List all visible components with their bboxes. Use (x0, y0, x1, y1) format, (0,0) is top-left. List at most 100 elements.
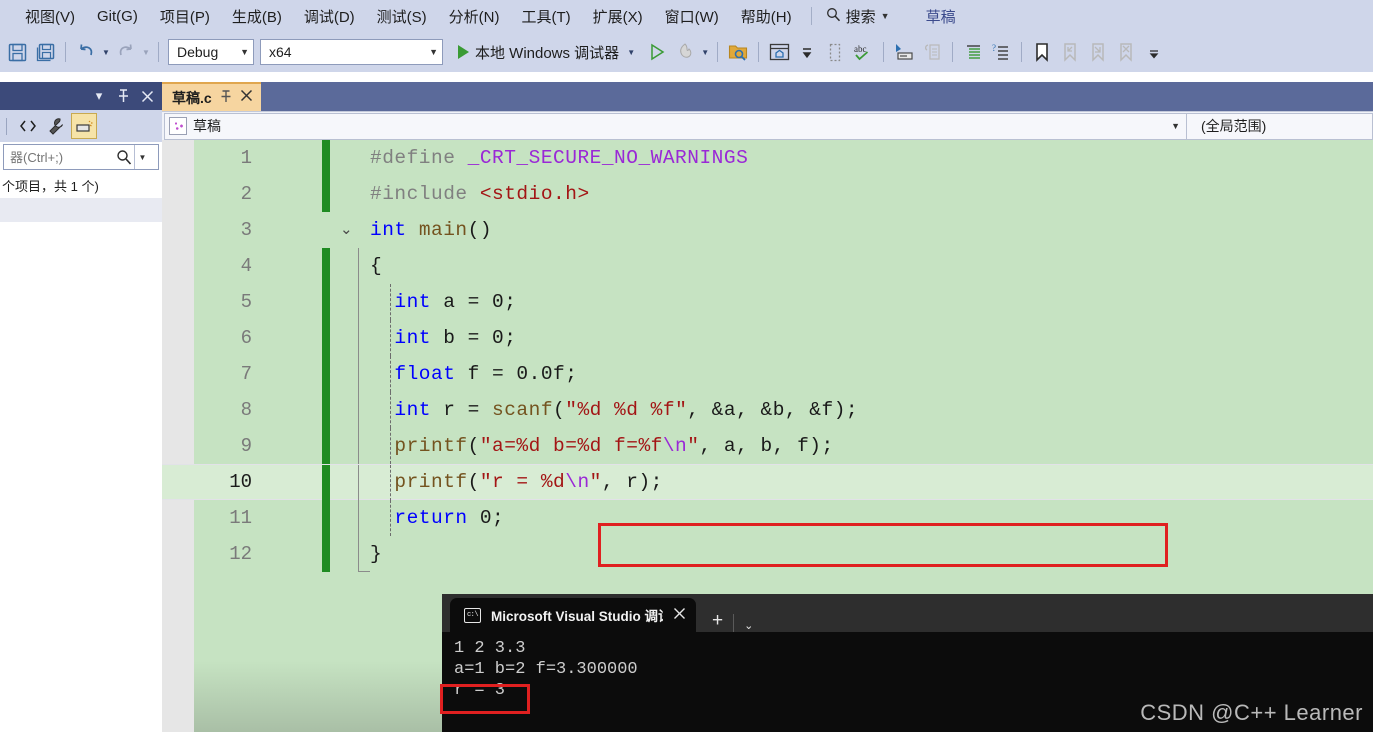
code-line[interactable]: 9 printf("a=%d b=%d f=%f\n", a, b, f); (162, 428, 1373, 464)
close-icon[interactable] (673, 607, 686, 624)
code-token: \n (565, 471, 590, 493)
line-number: 1 (240, 147, 252, 169)
properties-wrench-icon[interactable] (43, 113, 69, 139)
code-token: #define (370, 147, 468, 169)
dotted-box-icon[interactable] (822, 39, 848, 65)
comment-icon[interactable] (960, 39, 986, 65)
code-line[interactable]: 11 return 0; (162, 500, 1373, 536)
code-line[interactable]: 5 int a = 0; (162, 284, 1373, 320)
pin-icon[interactable] (112, 85, 134, 107)
code-token: int (394, 399, 432, 421)
solution-explorer-panel: ▾ ▼ 个项目，共 1 个 (0, 82, 162, 732)
line-number: 5 (240, 291, 252, 313)
solution-configuration-value: Debug (177, 44, 219, 60)
code-token: scanf (492, 399, 554, 421)
line-number: 10 (229, 471, 252, 493)
show-all-files-icon[interactable] (71, 113, 97, 139)
change-indicator (322, 465, 330, 501)
document-tab-draft-c[interactable]: 草稿.c (162, 82, 261, 111)
line-number: 3 (240, 219, 252, 241)
new-tab-icon[interactable]: + (712, 610, 723, 632)
code-lines[interactable]: 1 #define _CRT_SECURE_NO_WARNINGS 2 #includ… (162, 140, 1373, 572)
solution-explorer-selected-row[interactable] (0, 198, 162, 222)
chevron-down-icon[interactable]: ▼ (1171, 121, 1186, 131)
save-icon[interactable] (4, 39, 30, 65)
pin-icon[interactable] (220, 89, 232, 106)
solution-configuration-combo[interactable]: Debug ▼ (168, 39, 254, 65)
line-number: 6 (240, 327, 252, 349)
uncomment-icon[interactable]: ? (988, 39, 1014, 65)
solution-explorer-search[interactable]: ▼ (3, 144, 159, 170)
code-block-guide-end (358, 536, 370, 572)
undo-icon[interactable] (73, 39, 99, 65)
menu-item-test[interactable]: 测试(S) (366, 3, 438, 30)
code-line[interactable]: 6 int b = 0; (162, 320, 1373, 356)
menu-item-tools[interactable]: 工具(T) (510, 3, 581, 30)
start-without-debugging-icon[interactable] (644, 39, 670, 65)
menu-item-window[interactable]: 窗口(W) (654, 3, 730, 30)
collapse-chevron-icon[interactable]: ⌄ (340, 222, 358, 240)
project-scope-combo[interactable]: 草稿 ▼ (164, 112, 1187, 140)
change-indicator (322, 356, 330, 392)
console-tabstrip: c:\ Microsoft Visual Studio 调试控 + ⌄ (442, 594, 1373, 632)
menu-item-help[interactable]: 帮助(H) (730, 3, 803, 30)
toolbar-options-icon[interactable] (1141, 39, 1167, 65)
panel-menu-chevron-icon[interactable]: ▾ (88, 85, 110, 107)
search-input[interactable] (8, 148, 114, 166)
code-line[interactable]: 10 printf("r = %d\n", r); (162, 464, 1373, 501)
code-line[interactable]: 2 #include <stdio.h> (162, 176, 1373, 212)
chevron-down-icon[interactable]: ⌄ (744, 619, 753, 632)
menu-divider (810, 7, 812, 25)
bookmark-icon[interactable] (1029, 39, 1055, 65)
window-layout-icon[interactable] (766, 39, 792, 65)
menu-item-debug[interactable]: 调试(D) (293, 3, 366, 30)
spellcheck-icon[interactable]: abc (850, 39, 876, 65)
code-text: { (370, 255, 382, 277)
standard-toolbar: ▼ ▼ Debug ▼ x64 ▼ 本地 Windows 调试器 ▼ ▼ abc… (0, 32, 1373, 72)
menu-item-project[interactable]: 项目(P) (149, 3, 221, 30)
code-line[interactable]: 3 ⌄ int main() (162, 212, 1373, 248)
member-scope-combo[interactable]: (全局范围) (1187, 112, 1373, 140)
code-view-icon[interactable] (15, 113, 41, 139)
undo-dropdown-icon[interactable]: ▼ (100, 48, 112, 57)
menu-item-build[interactable]: 生成(B) (221, 3, 293, 30)
toolbar-overflow-icon[interactable] (794, 39, 820, 65)
menu-item-git[interactable]: Git(G) (86, 5, 149, 28)
close-icon[interactable] (240, 89, 253, 106)
find-in-files-icon[interactable] (725, 39, 751, 65)
member-scope-value: (全局范围) (1201, 118, 1267, 134)
solution-explorer-tree[interactable] (0, 222, 162, 732)
menu-item-view[interactable]: 视图(V) (14, 3, 86, 30)
code-token: , &a, &b, &f); (687, 399, 859, 421)
menu-item-analyze[interactable]: 分析(N) (438, 3, 511, 30)
code-text: int b = 0; (370, 327, 516, 349)
code-line[interactable]: 7 float f = 0.0f; (162, 356, 1373, 392)
console-window[interactable]: c:\ Microsoft Visual Studio 调试控 + ⌄ 1 2 … (442, 594, 1373, 732)
chevron-down-icon[interactable]: ▼ (625, 48, 637, 57)
save-all-icon[interactable] (32, 39, 58, 65)
line-number: 9 (240, 435, 252, 457)
insert-snippet-icon[interactable] (891, 39, 917, 65)
code-line[interactable]: 4{ (162, 248, 1373, 284)
code-block-guide (358, 500, 370, 536)
hot-reload-dropdown-icon[interactable]: ▼ (699, 48, 711, 57)
search-icon[interactable] (114, 149, 134, 165)
global-search-button[interactable]: 搜索 ▼ (820, 4, 896, 29)
console-tab[interactable]: c:\ Microsoft Visual Studio 调试控 (450, 598, 696, 632)
toolbar-divider-5 (883, 42, 885, 62)
code-block-guide (358, 284, 370, 320)
code-token: " (589, 471, 602, 493)
solution-platform-combo[interactable]: x64 ▼ (260, 39, 443, 65)
start-debugging-label: 本地 Windows 调试器 (475, 44, 620, 62)
menu-item-extensions[interactable]: 扩展(X) (582, 3, 654, 30)
code-line[interactable]: 8 int r = scanf("%d %d %f", &a, &b, &f); (162, 392, 1373, 428)
search-options-chevron-icon[interactable]: ▼ (134, 145, 150, 169)
start-debugging-button[interactable]: 本地 Windows 调试器 ▼ (452, 42, 643, 63)
code-line[interactable]: 12} (162, 536, 1373, 572)
code-block-guide (358, 356, 370, 392)
close-icon[interactable] (136, 85, 158, 107)
change-indicator (322, 392, 330, 428)
code-line[interactable]: 1 #define _CRT_SECURE_NO_WARNINGS (162, 140, 1373, 176)
code-block-guide (358, 428, 370, 464)
redo-dropdown-icon: ▼ (142, 47, 150, 57)
